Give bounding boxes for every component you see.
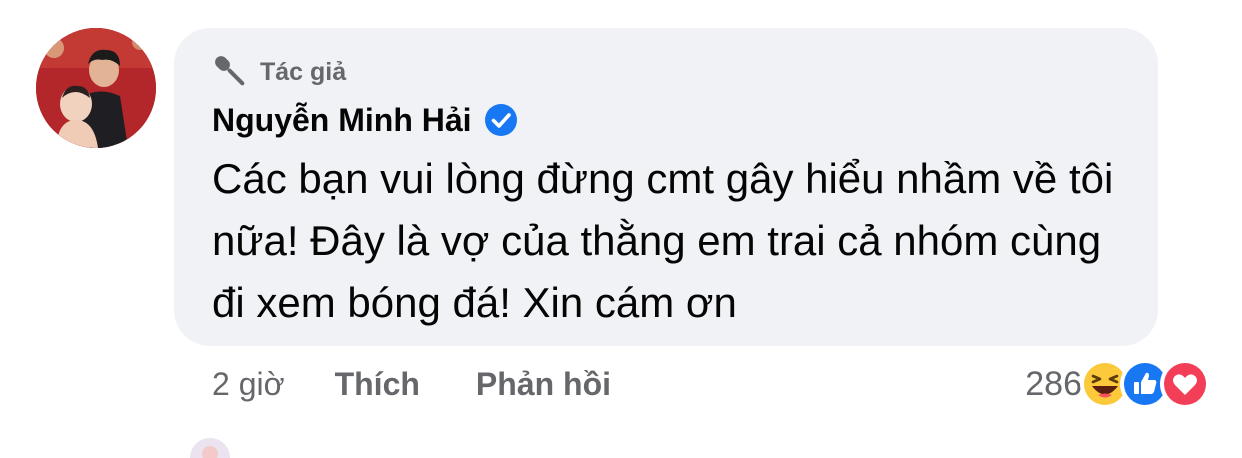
- avatar[interactable]: [36, 28, 156, 148]
- reply-button[interactable]: Phản hồi: [476, 366, 611, 403]
- author-badge: Tác giả: [212, 54, 1120, 90]
- microphone-icon: [212, 54, 250, 90]
- reaction-count: 286: [1025, 364, 1082, 403]
- comment-text: Các bạn vui lòng đừng cmt gây hiểu nhầm …: [212, 155, 1114, 326]
- comment-thread: Tác giả Nguyễn Minh Hải Các bạn vui lòng…: [0, 0, 1242, 458]
- like-button[interactable]: Thích: [335, 366, 420, 403]
- comment-timestamp[interactable]: 2 giờ: [212, 366, 285, 403]
- comment-bubble: Tác giả Nguyễn Minh Hải Các bạn vui lòng…: [174, 28, 1158, 346]
- author-name[interactable]: Nguyễn Minh Hải: [212, 102, 472, 139]
- comment-actions: 2 giờ Thích Phản hồi: [212, 360, 611, 408]
- next-comment-avatar[interactable]: [190, 438, 230, 458]
- reaction-summary[interactable]: 286: [1025, 358, 1210, 410]
- verified-badge-icon: [484, 103, 518, 137]
- author-badge-label: Tác giả: [260, 57, 347, 86]
- love-icon: [1160, 359, 1210, 409]
